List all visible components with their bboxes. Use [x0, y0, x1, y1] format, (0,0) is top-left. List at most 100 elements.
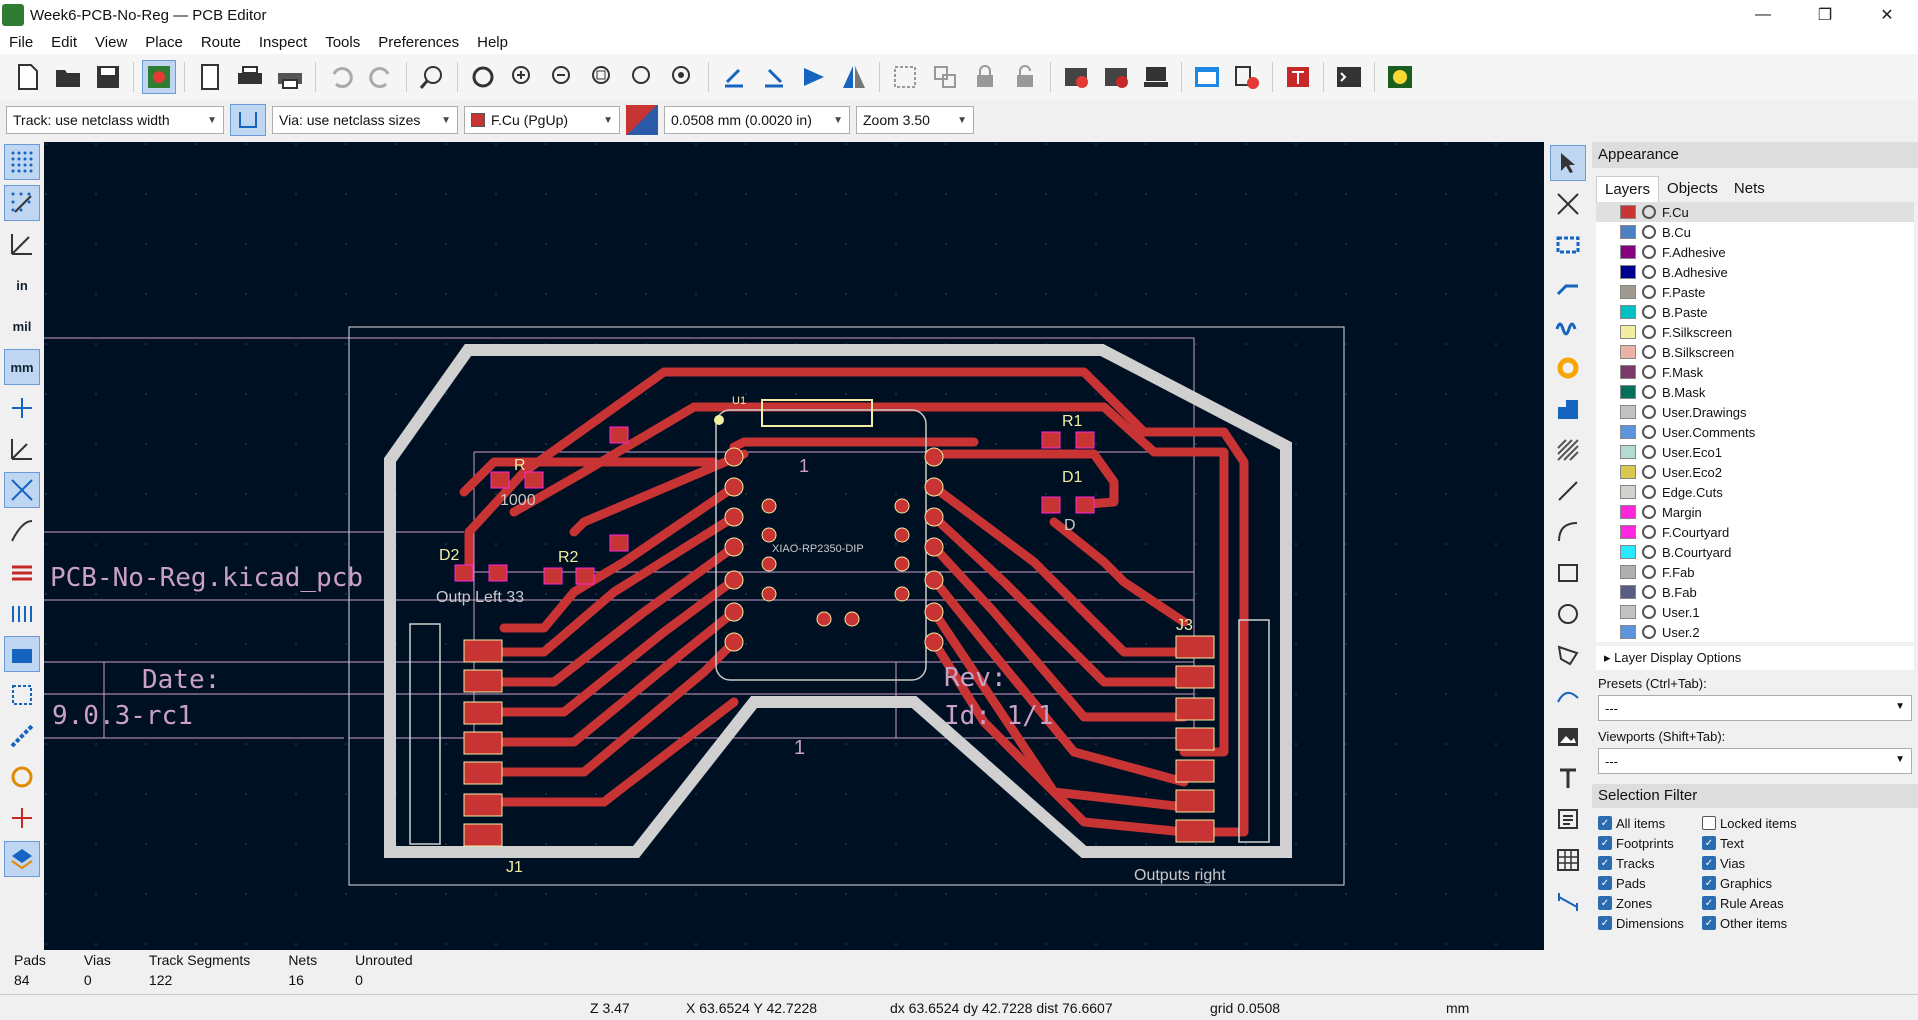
eye-icon[interactable]	[1642, 345, 1656, 359]
select-arrow-icon[interactable]	[1550, 145, 1586, 181]
layer-row[interactable]: B.Courtyard	[1596, 542, 1914, 562]
layer-color-swatch[interactable]	[1620, 425, 1636, 439]
layer-color-swatch[interactable]	[1620, 605, 1636, 619]
layer-row[interactable]: B.Silkscreen	[1596, 342, 1914, 362]
scripting-console-icon[interactable]	[1332, 60, 1366, 94]
filter-item[interactable]: Locked items	[1702, 814, 1806, 832]
draw-rectangle-icon[interactable]	[1550, 555, 1586, 591]
eye-icon[interactable]	[1642, 565, 1656, 579]
plot-icon[interactable]	[273, 60, 307, 94]
eye-icon[interactable]	[1642, 425, 1656, 439]
layer-color-swatch[interactable]	[1620, 465, 1636, 479]
track-width-select[interactable]: Track: use netclass width ▼	[6, 106, 224, 134]
checkbox[interactable]: ✓	[1702, 916, 1716, 930]
layer-color-swatch[interactable]	[1620, 345, 1636, 359]
layer-row[interactable]: User.Eco2	[1596, 462, 1914, 482]
menu-file[interactable]: File	[0, 34, 42, 51]
layer-color-swatch[interactable]	[1620, 525, 1636, 539]
grid-overrides-icon[interactable]	[4, 185, 40, 221]
filter-item[interactable]: ✓ Footprints	[1598, 834, 1702, 852]
units-mil-icon[interactable]: mil	[4, 308, 40, 344]
flip-icon[interactable]	[797, 60, 831, 94]
zoom-select[interactable]: Zoom 3.50 ▼	[856, 106, 974, 134]
eye-icon[interactable]	[1642, 625, 1656, 639]
layer-row[interactable]: B.Cu	[1596, 222, 1914, 242]
layer-color-swatch[interactable]	[1620, 245, 1636, 259]
menu-route[interactable]: Route	[192, 34, 250, 51]
eye-icon[interactable]	[1642, 205, 1656, 219]
filter-item[interactable]: ✓ Graphics	[1702, 874, 1806, 892]
layer-select[interactable]: F.Cu (PgUp) ▼	[464, 106, 620, 134]
grid-select[interactable]: 0.0508 mm (0.0020 in) ▼	[664, 106, 850, 134]
footprint-editor-icon[interactable]	[1059, 60, 1093, 94]
layer-color-swatch[interactable]	[1620, 405, 1636, 419]
add-footprint-icon[interactable]	[1550, 227, 1586, 263]
layer-color-swatch[interactable]	[1620, 505, 1636, 519]
layer-color-swatch[interactable]	[1620, 625, 1636, 639]
open-board-icon[interactable]	[51, 60, 85, 94]
checkbox[interactable]: ✓	[1598, 836, 1612, 850]
draw-bezier-icon[interactable]	[1550, 678, 1586, 714]
refresh-icon[interactable]	[466, 60, 500, 94]
redo-icon[interactable]	[364, 60, 398, 94]
eye-icon[interactable]	[1642, 305, 1656, 319]
filter-item[interactable]: ✓ Zones	[1598, 894, 1702, 912]
tab-nets[interactable]: Nets	[1726, 176, 1773, 202]
layer-row[interactable]: F.Paste	[1596, 282, 1914, 302]
add-image-icon[interactable]	[1550, 719, 1586, 755]
menu-preferences[interactable]: Preferences	[369, 34, 468, 51]
zoom-selection-icon[interactable]	[666, 60, 700, 94]
track-sketch-icon[interactable]	[4, 718, 40, 754]
tune-length-icon[interactable]	[1550, 309, 1586, 345]
eye-icon[interactable]	[1642, 545, 1656, 559]
minimize-button[interactable]: —	[1732, 0, 1794, 30]
layer-pair-icon[interactable]	[626, 105, 658, 135]
layer-color-swatch[interactable]	[1620, 365, 1636, 379]
presets-select[interactable]: --- ▼	[1598, 695, 1912, 721]
layer-color-swatch[interactable]	[1620, 325, 1636, 339]
draw-circle-icon[interactable]	[1550, 596, 1586, 632]
layer-color-swatch[interactable]	[1620, 585, 1636, 599]
pcb-canvas[interactable]: U1 XIAO-RP2350-DIP 1 R 1000 R2 D2 Outp L…	[44, 142, 1544, 950]
unlock-icon[interactable]	[1008, 60, 1042, 94]
draw-polygon-icon[interactable]	[1550, 637, 1586, 673]
layer-row[interactable]: B.Mask	[1596, 382, 1914, 402]
layer-row[interactable]: User.1	[1596, 602, 1914, 622]
print-icon[interactable]	[233, 60, 267, 94]
checkbox[interactable]: ✓	[1598, 876, 1612, 890]
add-dimension-icon[interactable]	[1550, 883, 1586, 919]
layer-row[interactable]: F.Cu	[1596, 202, 1914, 222]
layer-color-swatch[interactable]	[1620, 545, 1636, 559]
via-size-select[interactable]: Via: use netclass sizes ▼	[272, 106, 458, 134]
layer-row[interactable]: B.Fab	[1596, 582, 1914, 602]
eye-icon[interactable]	[1642, 605, 1656, 619]
viewports-select[interactable]: --- ▼	[1598, 748, 1912, 774]
eye-icon[interactable]	[1642, 385, 1656, 399]
menu-inspect[interactable]: Inspect	[250, 34, 316, 51]
add-textbox-icon[interactable]	[1550, 801, 1586, 837]
rotate-ccw-icon[interactable]	[717, 60, 751, 94]
schematic-icon[interactable]	[1281, 60, 1315, 94]
eye-icon[interactable]	[1642, 285, 1656, 299]
menu-help[interactable]: Help	[468, 34, 517, 51]
layer-row[interactable]: F.Mask	[1596, 362, 1914, 382]
layer-row[interactable]: B.Adhesive	[1596, 262, 1914, 282]
zoom-fit-icon[interactable]	[586, 60, 620, 94]
local-coords-icon[interactable]	[4, 431, 40, 467]
layer-display-options[interactable]: ▸ Layer Display Options	[1596, 646, 1914, 670]
filter-item[interactable]: ✓ Other items	[1702, 914, 1806, 932]
menu-tools[interactable]: Tools	[316, 34, 369, 51]
curved-ratsnest-icon[interactable]	[4, 513, 40, 549]
layer-row[interactable]: F.Adhesive	[1596, 242, 1914, 262]
eye-icon[interactable]	[1642, 485, 1656, 499]
layer-color-swatch[interactable]	[1620, 285, 1636, 299]
ratsnest-icon[interactable]	[4, 472, 40, 508]
eye-icon[interactable]	[1642, 405, 1656, 419]
eye-icon[interactable]	[1642, 265, 1656, 279]
eye-icon[interactable]	[1642, 225, 1656, 239]
layer-color-swatch[interactable]	[1620, 305, 1636, 319]
high-contrast-icon[interactable]	[4, 554, 40, 590]
layer-color-swatch[interactable]	[1620, 485, 1636, 499]
close-button[interactable]: ✕	[1856, 0, 1918, 30]
checkbox[interactable]: ✓	[1702, 836, 1716, 850]
